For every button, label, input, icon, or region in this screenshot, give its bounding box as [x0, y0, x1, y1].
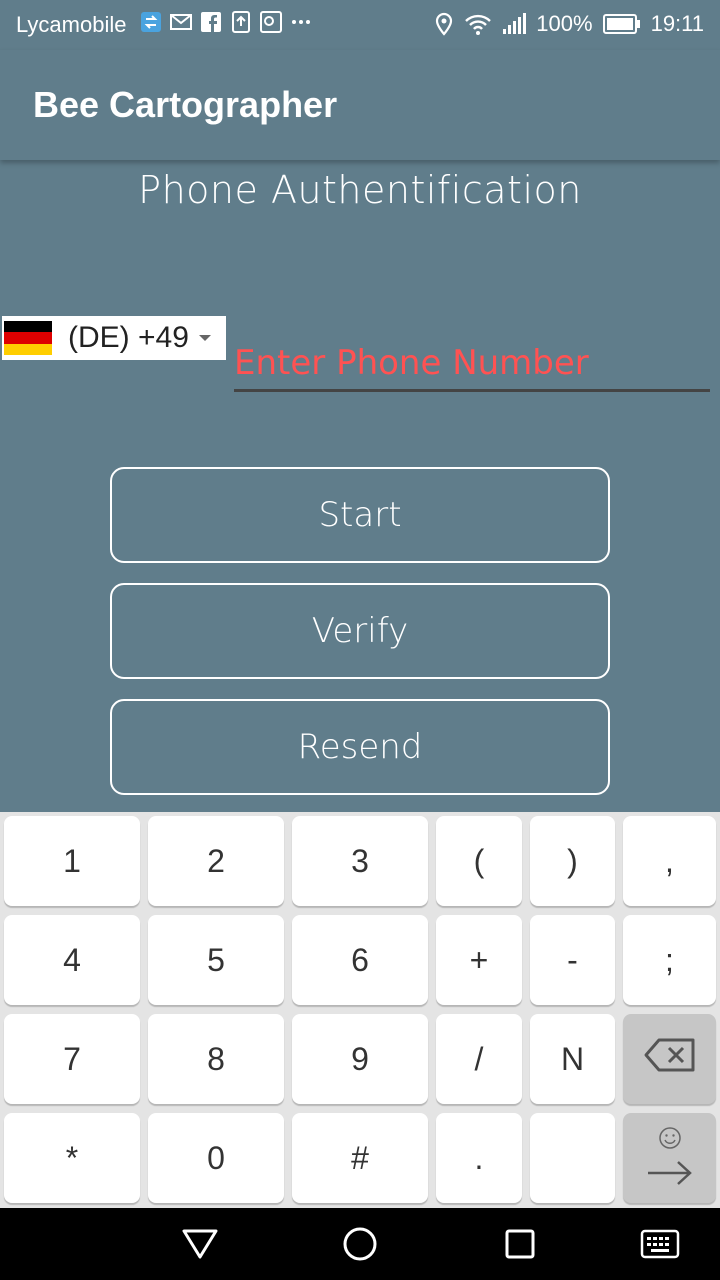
carrier-name: Lycamobile — [16, 12, 127, 37]
germany-flag-icon — [4, 321, 52, 355]
key-3[interactable]: 3 — [292, 816, 428, 906]
backspace-key[interactable] — [623, 1014, 716, 1104]
phone-number-input[interactable] — [234, 336, 710, 392]
battery-level: 100% — [536, 11, 593, 36]
key-semicolon[interactable]: ; — [623, 915, 716, 1005]
gmail-icon — [170, 11, 192, 33]
key-n[interactable]: N — [530, 1014, 615, 1104]
notification-icons — [140, 11, 312, 33]
battery-icon — [602, 13, 641, 35]
enter-arrow-icon — [646, 1158, 694, 1196]
numeric-keyboard: 1 2 3 ( ) , 4 5 6 + - ; 7 8 9 / N * 0 # … — [0, 812, 720, 1208]
key-minus[interactable]: - — [530, 915, 615, 1005]
start-button[interactable]: Start — [110, 467, 610, 563]
key-9[interactable]: 9 — [292, 1014, 428, 1104]
maps-icon — [260, 11, 282, 33]
facebook-icon — [200, 11, 222, 33]
key-space[interactable] — [530, 1113, 615, 1203]
upload-icon — [230, 11, 252, 33]
signal-icon — [502, 13, 527, 35]
system-navigation-bar — [0, 1208, 720, 1280]
status-bar: Lycamobile 100% 19:11 — [0, 0, 720, 50]
key-8[interactable]: 8 — [148, 1014, 284, 1104]
country-code-label: (DE) +49 — [68, 321, 189, 354]
key-close-paren[interactable]: ) — [530, 816, 615, 906]
app-bar: Bee Cartographer — [0, 50, 720, 160]
location-icon — [434, 12, 454, 36]
country-code-picker[interactable]: (DE) +49 — [2, 316, 226, 360]
key-6[interactable]: 6 — [292, 915, 428, 1005]
key-hash[interactable]: # — [292, 1113, 428, 1203]
key-plus[interactable]: + — [436, 915, 522, 1005]
page-title: Phone Authentification — [138, 168, 582, 212]
transfer-icon — [140, 11, 162, 33]
app-title: Bee Cartographer — [33, 84, 338, 125]
key-0[interactable]: 0 — [148, 1113, 284, 1203]
dropdown-arrow-icon — [198, 335, 211, 341]
resend-button[interactable]: Resend — [110, 699, 610, 795]
backspace-icon — [644, 1038, 696, 1080]
keyboard-switch-icon[interactable] — [640, 1224, 680, 1264]
back-icon[interactable] — [180, 1224, 220, 1264]
emoji-icon — [658, 1121, 682, 1158]
key-asterisk[interactable]: * — [4, 1113, 140, 1203]
key-4[interactable]: 4 — [4, 915, 140, 1005]
clock: 19:11 — [650, 11, 704, 36]
key-2[interactable]: 2 — [148, 816, 284, 906]
key-open-paren[interactable]: ( — [436, 816, 522, 906]
enter-key[interactable] — [623, 1113, 716, 1203]
key-slash[interactable]: / — [436, 1014, 522, 1104]
home-icon[interactable] — [340, 1224, 380, 1264]
recents-icon[interactable] — [500, 1224, 540, 1264]
key-5[interactable]: 5 — [148, 915, 284, 1005]
key-comma[interactable]: , — [623, 816, 716, 906]
wifi-icon — [464, 12, 492, 36]
more-icon — [290, 11, 312, 33]
key-7[interactable]: 7 — [4, 1014, 140, 1104]
verify-button[interactable]: Verify — [110, 583, 610, 679]
status-indicators: 100% 19:11 — [434, 11, 704, 37]
key-period[interactable]: . — [436, 1113, 522, 1203]
key-1[interactable]: 1 — [4, 816, 140, 906]
